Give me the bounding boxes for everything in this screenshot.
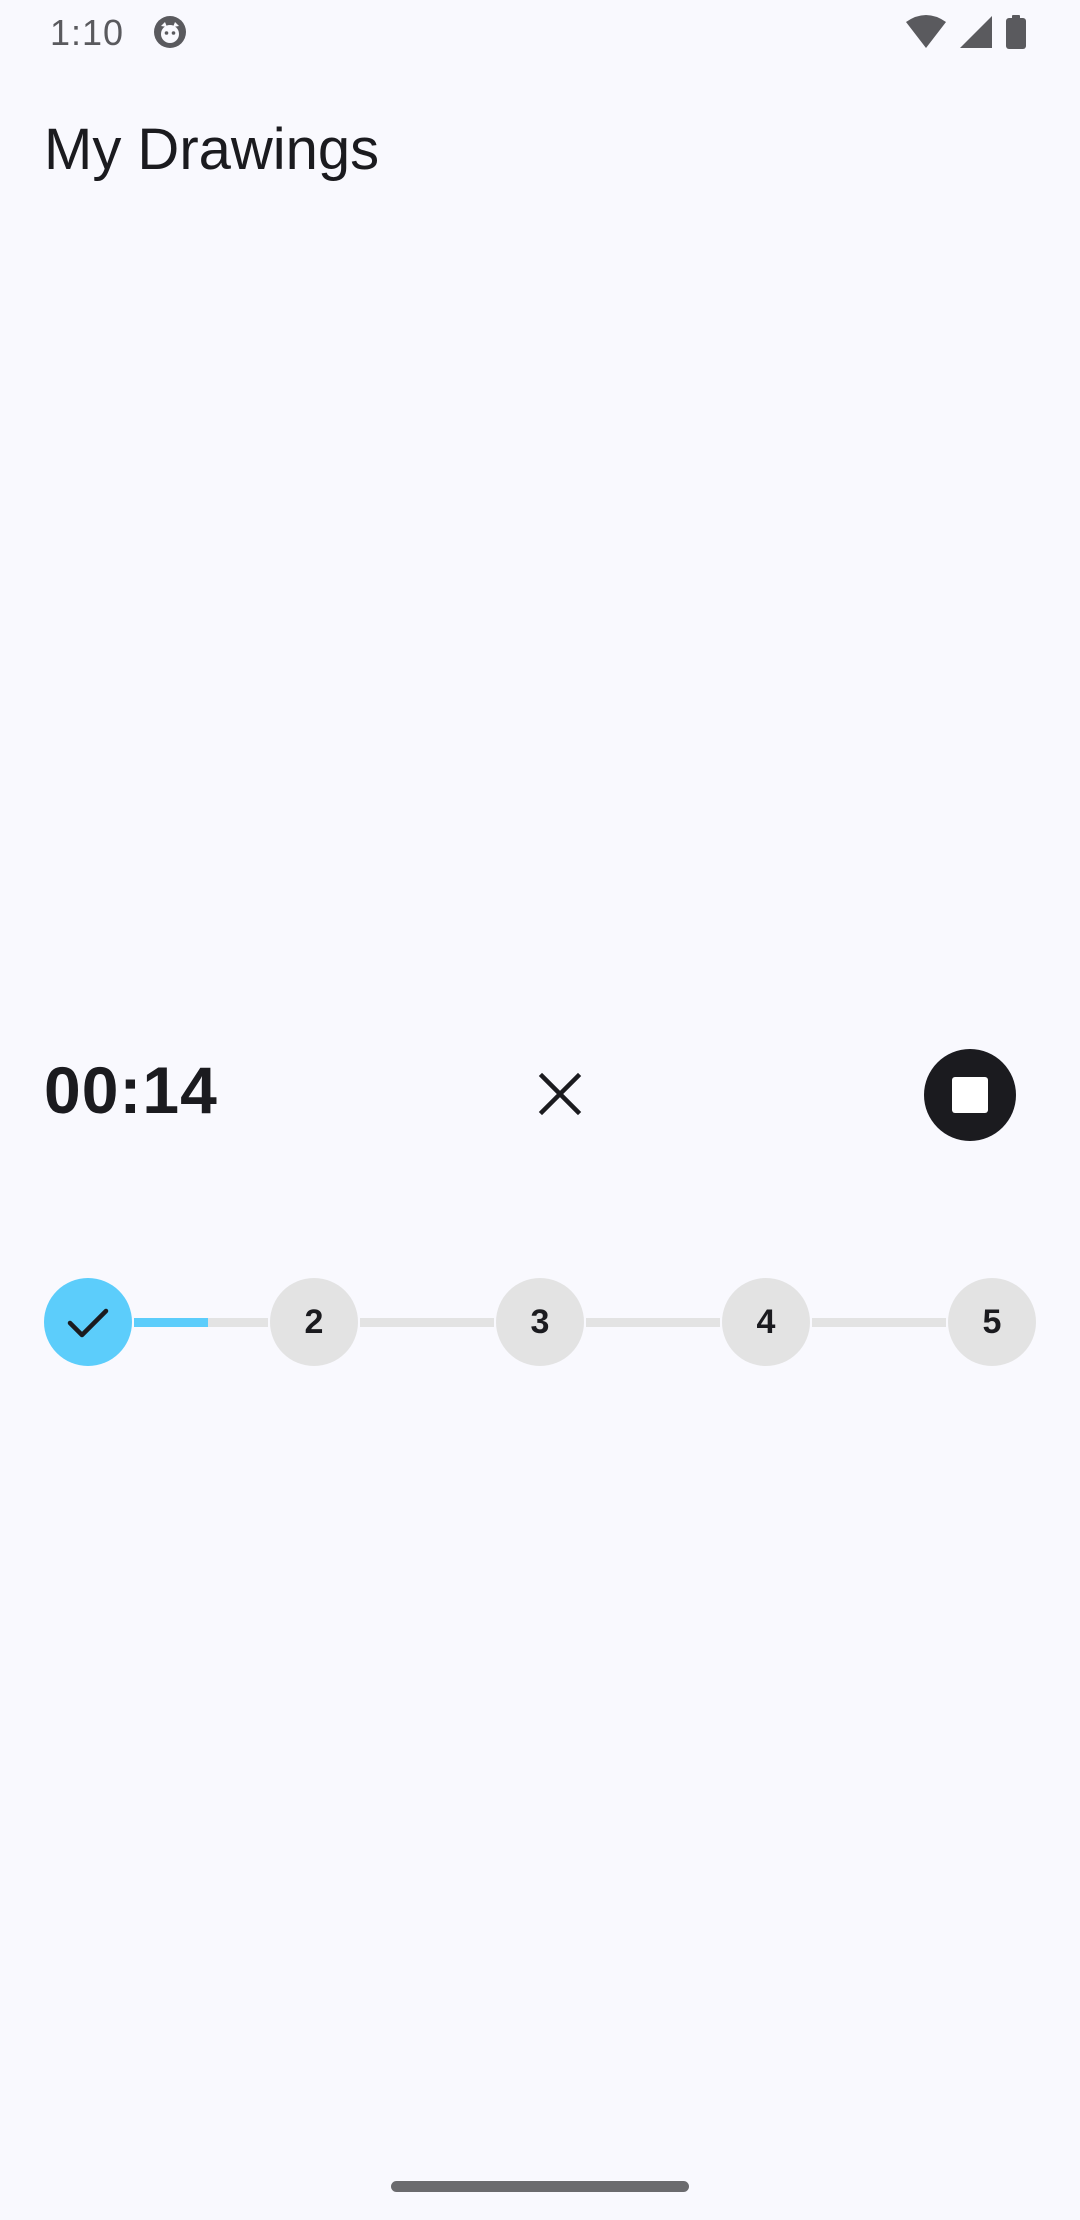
app-notification-icon xyxy=(154,16,186,48)
status-icons xyxy=(904,14,1028,50)
close-icon xyxy=(538,1072,582,1116)
stop-recording-button[interactable] xyxy=(924,1049,1016,1141)
step-connector-1 xyxy=(134,1318,268,1327)
cancel-recording-button[interactable] xyxy=(520,1054,600,1134)
step-3[interactable]: 3 xyxy=(496,1278,584,1366)
check-icon xyxy=(67,1308,109,1338)
step-1-completed[interactable] xyxy=(44,1278,132,1366)
progress-stepper: 2 3 4 5 xyxy=(0,1278,1080,1368)
page-title: My Drawings xyxy=(44,117,380,182)
step-connector-3 xyxy=(586,1318,720,1327)
stop-icon xyxy=(952,1077,988,1113)
step-4[interactable]: 4 xyxy=(722,1278,810,1366)
recording-timer: 00:14 xyxy=(44,1053,218,1127)
gesture-nav-handle[interactable] xyxy=(391,2181,689,2192)
status-bar: 1:10 xyxy=(0,0,1080,66)
step-5[interactable]: 5 xyxy=(948,1278,1036,1366)
status-time: 1:10 xyxy=(50,12,125,53)
wifi-icon xyxy=(906,15,946,48)
step-connector-progress xyxy=(134,1318,208,1327)
step-2[interactable]: 2 xyxy=(270,1278,358,1366)
step-connector-4 xyxy=(812,1318,946,1327)
cellular-signal-icon xyxy=(960,16,992,48)
step-connector-2 xyxy=(360,1318,494,1327)
battery-icon xyxy=(1006,15,1026,49)
